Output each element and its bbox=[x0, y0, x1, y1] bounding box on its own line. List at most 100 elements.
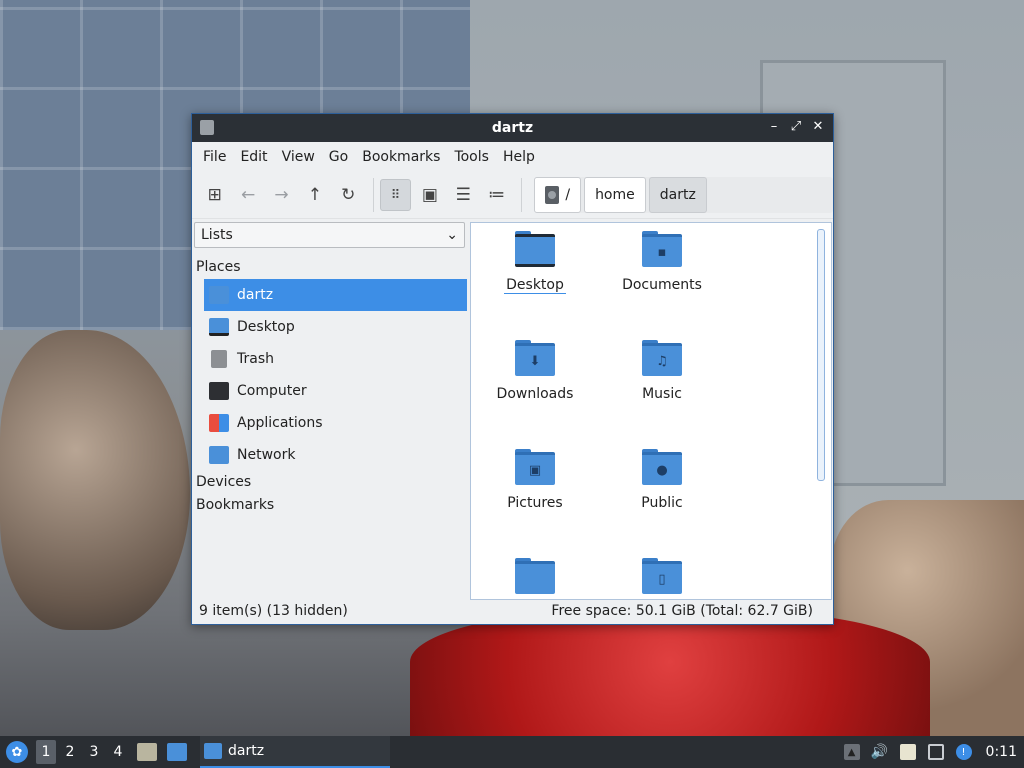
file-item-templates[interactable]: ▯ bbox=[598, 558, 726, 594]
workspace-3[interactable]: 3 bbox=[84, 740, 104, 764]
file-item-downloads[interactable]: ⬇ Downloads bbox=[471, 340, 599, 402]
task-title: dartz bbox=[228, 743, 265, 759]
new-window-button[interactable]: ⊞ bbox=[200, 180, 229, 210]
icon-view-button[interactable]: ⠿ bbox=[379, 179, 412, 211]
sidebar-mode-value: Lists bbox=[201, 227, 233, 243]
menu-file[interactable]: File bbox=[196, 142, 233, 172]
pictures-folder-icon: ▣ bbox=[515, 449, 555, 485]
lxqt-logo-icon: ✿ bbox=[11, 744, 23, 760]
system-tray: ▲ 🔊 ! 0:11 bbox=[838, 744, 1024, 760]
file-item-label: Downloads bbox=[496, 386, 574, 402]
toolbar-separator bbox=[521, 178, 523, 212]
workspace-2[interactable]: 2 bbox=[60, 740, 80, 764]
sidebar: Lists ⌄ Places dartz Desktop Trash Compu… bbox=[192, 220, 468, 595]
updates-icon[interactable]: ▲ bbox=[843, 744, 860, 760]
forward-button[interactable]: → bbox=[267, 180, 296, 210]
notification-icon[interactable]: ! bbox=[955, 744, 972, 760]
sidebar-mode-select[interactable]: Lists ⌄ bbox=[194, 222, 465, 248]
up-button[interactable]: ↑ bbox=[300, 180, 329, 210]
new-window-icon: ⊞ bbox=[207, 185, 222, 205]
show-desktop-icon[interactable] bbox=[167, 743, 187, 761]
sidebar-item-trash[interactable]: Trash bbox=[204, 343, 467, 375]
folder-icon bbox=[515, 558, 555, 594]
thumbnail-view-button[interactable]: ▣ bbox=[415, 180, 444, 210]
file-manager-launcher-icon[interactable] bbox=[137, 743, 157, 761]
free-space: Free space: 50.1 GiB (Total: 62.7 GiB) bbox=[551, 603, 813, 619]
sidebar-item-dartz[interactable]: dartz bbox=[204, 279, 467, 311]
sidebar-item-label: Trash bbox=[237, 351, 274, 367]
sidebar-item-label: Computer bbox=[237, 383, 307, 399]
arrow-left-icon: ← bbox=[240, 185, 256, 205]
sidebar-item-network[interactable]: Network bbox=[204, 439, 467, 471]
volume-icon[interactable]: 🔊 bbox=[871, 744, 888, 760]
detailed-list-icon: ≔ bbox=[488, 185, 506, 205]
applications-icon bbox=[209, 414, 229, 432]
taskbar: ✿ 1 2 3 4 dartz ▲ 🔊 ! 0:11 bbox=[0, 736, 1024, 768]
close-button[interactable]: ✕ bbox=[809, 118, 827, 136]
grid-view-icon: ⠿ bbox=[390, 187, 401, 203]
minimize-button[interactable]: – bbox=[765, 118, 783, 136]
reload-icon: ↻ bbox=[341, 185, 356, 205]
file-item-pictures[interactable]: ▣ Pictures bbox=[471, 449, 599, 511]
file-item-desktop[interactable]: Desktop bbox=[471, 231, 599, 294]
downloads-folder-icon: ⬇ bbox=[515, 340, 555, 376]
menu-edit[interactable]: Edit bbox=[233, 142, 274, 172]
file-item-public[interactable]: ● Public bbox=[598, 449, 726, 511]
wallpaper-cloth bbox=[410, 610, 930, 740]
places-header[interactable]: Places bbox=[196, 256, 468, 279]
sidebar-item-label: Applications bbox=[237, 415, 323, 431]
toolbar: ⊞ ← → ↑ ↻ ⠿ ▣ ☰ ≔ / home dartz bbox=[192, 172, 833, 219]
detailed-view-button[interactable]: ≔ bbox=[482, 180, 511, 210]
menu-view[interactable]: View bbox=[275, 142, 322, 172]
back-button[interactable]: ← bbox=[233, 180, 262, 210]
wallpaper-hand bbox=[0, 330, 190, 630]
home-folder-icon bbox=[209, 286, 229, 304]
file-item-documents[interactable]: ▪ Documents bbox=[598, 231, 726, 293]
workspace-1[interactable]: 1 bbox=[36, 740, 56, 764]
sidebar-item-label: Desktop bbox=[237, 319, 295, 335]
chevron-down-icon: ⌄ bbox=[446, 227, 458, 243]
maximize-button[interactable]: ⤢ bbox=[787, 118, 805, 136]
network-status-icon[interactable] bbox=[927, 744, 944, 760]
menu-go[interactable]: Go bbox=[322, 142, 355, 172]
file-item-label: Music bbox=[642, 386, 682, 402]
menu-help[interactable]: Help bbox=[496, 142, 542, 172]
music-folder-icon: ♫ bbox=[642, 340, 682, 376]
path-dartz[interactable]: dartz bbox=[648, 177, 707, 213]
computer-icon bbox=[209, 382, 229, 400]
folder-app-icon bbox=[200, 120, 214, 135]
clock[interactable]: 0:11 bbox=[986, 744, 1017, 760]
sidebar-item-computer[interactable]: Computer bbox=[204, 375, 467, 407]
path-home[interactable]: home bbox=[584, 177, 646, 213]
path-root[interactable]: / bbox=[534, 177, 582, 213]
task-dartz[interactable]: dartz bbox=[200, 736, 390, 768]
menu-bookmarks[interactable]: Bookmarks bbox=[355, 142, 447, 172]
sidebar-item-desktop[interactable]: Desktop bbox=[204, 311, 467, 343]
toolbar-separator bbox=[372, 178, 374, 212]
compact-view-button[interactable]: ☰ bbox=[449, 180, 478, 210]
clipboard-icon[interactable] bbox=[899, 744, 916, 760]
image-view-icon: ▣ bbox=[421, 185, 438, 205]
bookmarks-header[interactable]: Bookmarks bbox=[196, 494, 468, 517]
path-bar: / home dartz bbox=[534, 177, 833, 213]
file-item-label: Public bbox=[641, 495, 683, 511]
file-item-label: Documents bbox=[622, 277, 702, 293]
file-view[interactable]: Desktop ▪ Documents ⬇ Downloads ♫ Music … bbox=[470, 222, 832, 600]
item-count: 9 item(s) (13 hidden) bbox=[199, 603, 348, 619]
sidebar-item-applications[interactable]: Applications bbox=[204, 407, 467, 439]
sidebar-item-label: Network bbox=[237, 447, 296, 463]
file-item-folder[interactable] bbox=[471, 558, 599, 594]
public-folder-icon: ● bbox=[642, 449, 682, 485]
file-item-label: Pictures bbox=[507, 495, 563, 511]
vertical-scrollbar[interactable] bbox=[817, 229, 825, 481]
start-menu-button[interactable]: ✿ bbox=[6, 741, 28, 763]
titlebar[interactable]: dartz – ⤢ ✕ bbox=[192, 114, 833, 142]
file-item-music[interactable]: ♫ Music bbox=[598, 340, 726, 402]
workspace-4[interactable]: 4 bbox=[108, 740, 128, 764]
menu-tools[interactable]: Tools bbox=[447, 142, 496, 172]
reload-button[interactable]: ↻ bbox=[334, 180, 363, 210]
devices-header[interactable]: Devices bbox=[196, 471, 468, 494]
templates-folder-icon: ▯ bbox=[642, 558, 682, 594]
menubar: File Edit View Go Bookmarks Tools Help bbox=[192, 142, 833, 172]
window-title: dartz bbox=[491, 120, 534, 136]
